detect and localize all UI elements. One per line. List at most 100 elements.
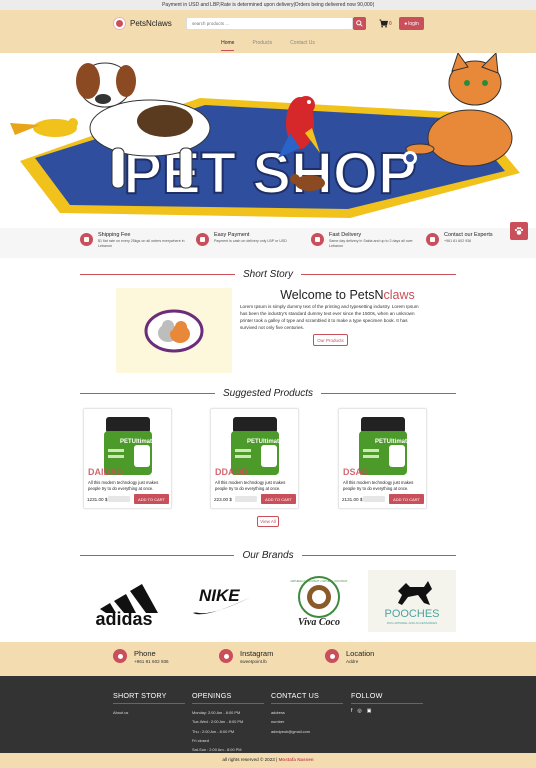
brand-pooches[interactable]: POOCHES DOG APPAREL AND ACCESSORIES — [368, 570, 456, 632]
cart-count-badge: 0 — [389, 20, 392, 27]
phone-icon — [113, 649, 127, 663]
svg-text:adidas: adidas — [95, 609, 152, 627]
login-button[interactable]: ● login — [399, 17, 424, 30]
search-icon — [356, 20, 363, 27]
paw-icon — [514, 227, 524, 235]
cart-button[interactable]: 0 — [379, 18, 392, 29]
contact-location[interactable]: Location Addre — [325, 649, 374, 664]
hero-banner: PET SHOP — [0, 53, 536, 228]
feature-delivery: Fast Delivery Same day delivery in Saida … — [311, 232, 421, 249]
footer-heading: FOLLOW — [351, 691, 423, 704]
product-card[interactable]: PETUltimates DSAD All this modern techno… — [338, 408, 427, 509]
site-footer: SHORT STORY About us OPENINGS Monday: 2:… — [0, 676, 536, 753]
suggested-products-heading: Suggested Products — [80, 387, 456, 399]
contact-value: +961 81 602 936 — [134, 659, 169, 664]
footer-number: number — [271, 719, 285, 725]
nav-products[interactable]: Products — [252, 40, 272, 51]
search-input[interactable] — [186, 17, 353, 30]
quantity-field[interactable] — [108, 496, 130, 502]
contact-phone[interactable]: Phone +961 81 602 936 — [113, 649, 169, 664]
svg-text:DOG APPAREL AND ACCESSORIES: DOG APPAREL AND ACCESSORIES — [387, 621, 437, 625]
svg-text:POOCHES: POOCHES — [384, 608, 439, 620]
search-button[interactable] — [353, 17, 366, 30]
contact-title: Instagram — [240, 649, 274, 658]
story-heading-accent: claws — [383, 288, 415, 302]
feature-title: Contact our Experts — [444, 232, 493, 238]
svg-text:PETUltimates: PETUltimates — [247, 439, 286, 445]
feature-shipping: Shipping Fee $1 flat rate on every 25kgs … — [80, 232, 190, 249]
instagram-icon — [219, 649, 233, 663]
contact-title: Phone — [134, 649, 156, 658]
quantity-field[interactable] — [235, 496, 257, 502]
contact-instagram[interactable]: Instagram sweetpoint.lb — [219, 649, 273, 664]
copyright-author[interactable]: Mostafa Nassen — [279, 757, 314, 762]
svg-text:Viva Coco: Viva Coco — [298, 617, 340, 628]
add-to-cart-button[interactable]: ADD TO CART — [134, 494, 169, 504]
adidas-logo: adidas — [95, 584, 158, 627]
pooches-logo: POOCHES DOG APPAREL AND ACCESSORIES — [384, 581, 440, 625]
credit-card-icon — [196, 233, 209, 246]
opening-hours-line: Monday: 2:00 Am - 8:00 PM — [192, 710, 241, 715]
feature-desc: Payment is cash on delivery only LBP or … — [214, 239, 287, 243]
copyright-text: all rights reserved © 2023 | — [222, 757, 278, 762]
nav-home[interactable]: Home — [221, 40, 235, 51]
brand-nike[interactable]: NIKE — [182, 570, 260, 632]
product-desc: All this modern technology just makes pe… — [88, 480, 159, 491]
footer-address: address — [271, 710, 285, 715]
section-title: Short Story — [242, 268, 294, 280]
whatsapp-icon[interactable]: ◎ — [357, 708, 361, 714]
add-to-cart-button[interactable]: ADD TO CART — [389, 494, 424, 504]
viva-coco-logo: NATURALLY COCONUT • NATURAL COCONUT Viva… — [291, 576, 348, 628]
truck-icon — [80, 233, 93, 246]
announcement-bar: Payment in USD and LBP,Rate is determine… — [0, 0, 536, 10]
story-heading-main: Welcome to PetsN — [280, 288, 384, 302]
delivery-icon — [311, 233, 324, 246]
product-name: DAIDAD — [88, 467, 123, 477]
feature-title: Fast Delivery — [329, 232, 362, 238]
product-image: PETUltimates — [359, 417, 414, 475]
product-card[interactable]: PETUltimates DAIDAD All this modern tech… — [83, 408, 172, 509]
feature-payment: Easy Payment Payment is cash on delivery … — [196, 232, 306, 246]
nav-contact[interactable]: Contact Us — [290, 40, 315, 51]
svg-text:NIKE: NIKE — [199, 586, 240, 605]
facebook-icon[interactable]: f — [351, 708, 352, 714]
product-price: 1231.00 $ — [87, 497, 108, 502]
bird-illustration — [10, 118, 78, 137]
svg-text:PETUltimates: PETUltimates — [375, 439, 414, 445]
brand-viva-coco[interactable]: NATURALLY COCONUT • NATURAL COCONUT Viva… — [286, 570, 352, 632]
svg-text:NATURALLY COCONUT • NATURAL CO: NATURALLY COCONUT • NATURAL COCONUT — [291, 579, 348, 583]
login-label: login — [408, 20, 419, 27]
quantity-field[interactable] — [363, 496, 385, 502]
svg-text:PETUltimates: PETUltimates — [120, 439, 159, 445]
our-products-button[interactable]: Our Products — [313, 334, 348, 346]
user-icon: ● — [404, 20, 408, 27]
contact-value: Addre — [346, 659, 359, 664]
footer-email[interactable]: adedpeub@gmail.com — [271, 727, 343, 736]
footer-contact-us: CONTACT US address number adedpeub@gmail… — [271, 691, 343, 736]
brand-adidas[interactable]: adidas — [84, 570, 164, 632]
story-image — [116, 288, 232, 373]
story-body: Lorem Ipsum is simply dummy text of the … — [240, 304, 419, 330]
section-title: Suggested Products — [222, 387, 314, 399]
instagram-icon[interactable]: ▣ — [367, 708, 372, 714]
product-price: 223.00 $ — [214, 497, 232, 502]
opening-hours-line: Fri closed — [192, 737, 209, 743]
site-logo[interactable]: PetsNclaws — [113, 16, 172, 30]
our-brands-heading: Our Brands — [80, 549, 457, 561]
product-desc: All this modern technology just makes pe… — [215, 480, 286, 491]
section-title: Our Brands — [242, 549, 294, 561]
main-nav: Home Products Contact Us — [0, 40, 536, 51]
view-all-button[interactable]: View All — [257, 516, 279, 527]
add-to-cart-button[interactable]: ADD TO CART — [261, 494, 296, 504]
product-card[interactable]: PETUltimates DDAOD All this modern techn… — [210, 408, 299, 509]
cat-illustration — [405, 53, 513, 167]
footer-short-story: SHORT STORY About us — [113, 691, 185, 717]
story-heading: Welcome to PetsNclaws — [240, 288, 455, 302]
feature-title: Shipping Fee — [98, 232, 131, 238]
nike-logo: NIKE — [193, 586, 251, 615]
paw-side-button[interactable] — [510, 222, 528, 240]
footer-openings: OPENINGS Monday: 2:00 Am - 8:00 PM Tue-W… — [192, 691, 264, 754]
chat-icon — [426, 233, 439, 246]
footer-heading: SHORT STORY — [113, 691, 185, 704]
footer-link-about[interactable]: About us — [113, 708, 185, 717]
